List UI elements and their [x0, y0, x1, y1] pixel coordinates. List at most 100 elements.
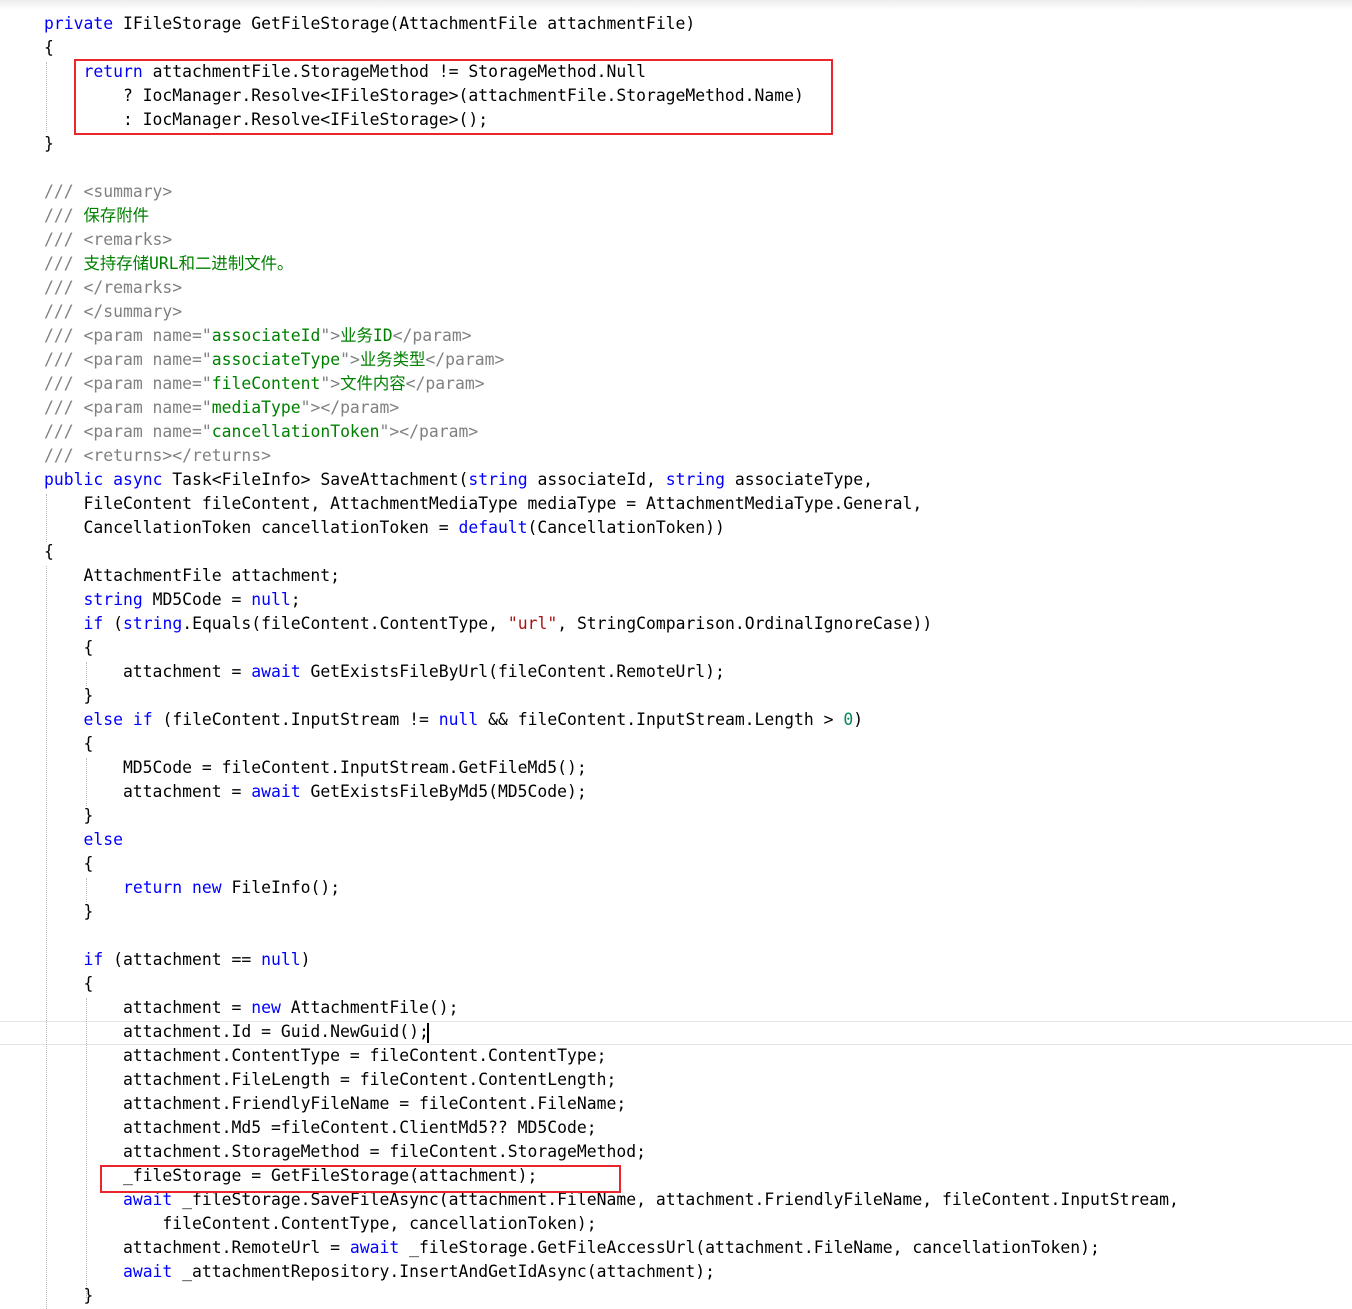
code-token: }	[44, 806, 94, 825]
code-line[interactable]: {	[44, 852, 93, 876]
code-line[interactable]: {	[44, 972, 93, 996]
code-line[interactable]: attachment.FriendlyFileName = fileConten…	[44, 1092, 626, 1116]
code-line[interactable]: attachment = await GetExistsFileByMd5(MD…	[44, 780, 587, 804]
code-line[interactable]: string MD5Code = null;	[44, 588, 301, 612]
code-token: null	[251, 590, 291, 609]
highlight-box-get-file-storage	[100, 1165, 621, 1193]
code-token: cancellationToken	[211, 422, 380, 441]
code-line[interactable]: attachment.StorageMethod = fileContent.S…	[44, 1140, 646, 1164]
code-line[interactable]: await _attachmentRepository.InsertAndGet…	[44, 1260, 715, 1284]
code-line[interactable]: attachment.Id = Guid.NewGuid();	[44, 1020, 429, 1044]
editor-top-edge	[0, 0, 1352, 10]
code-token: {	[44, 638, 94, 657]
code-token: }	[44, 1286, 94, 1305]
code-token: {	[44, 974, 94, 993]
code-line[interactable]: /// 保存附件	[44, 204, 149, 228]
code-line[interactable]: /// <param name="cancellationToken"></pa…	[44, 420, 478, 444]
code-line[interactable]: /// </summary>	[44, 300, 182, 324]
code-line[interactable]: {	[44, 636, 93, 660]
code-line[interactable]: /// <param name="fileContent">文件内容</para…	[44, 372, 485, 396]
code-line[interactable]: if (string.Equals(fileContent.ContentTyp…	[44, 612, 932, 636]
code-token: attachment.Id = Guid.NewGuid();	[44, 1022, 429, 1041]
code-token: new	[251, 998, 281, 1017]
code-line[interactable]: attachment.ContentType = fileContent.Con…	[44, 1044, 607, 1068]
code-token: ///	[44, 182, 84, 201]
code-token: {	[44, 854, 94, 873]
code-token: await	[349, 1238, 400, 1257]
code-line[interactable]: /// 支持存储URL和二进制文件。	[44, 252, 293, 276]
code-line[interactable]: /// <param name="associateType">业务类型</pa…	[44, 348, 504, 372]
code-token: (fileContent.InputStream !=	[152, 710, 439, 729]
code-token: FileInfo();	[221, 878, 341, 897]
code-token: attachment =	[44, 662, 252, 681]
code-token: <param name="	[83, 350, 212, 369]
code-token: return	[122, 878, 183, 897]
code-line[interactable]: }	[44, 900, 93, 924]
code-token: await	[251, 782, 301, 801]
code-token: ///	[44, 446, 84, 465]
code-token: (	[103, 614, 123, 633]
code-editor[interactable]: private IFileStorage GetFileStorage(Atta…	[0, 0, 1352, 1309]
code-token: 支持存储URL和二进制文件。	[73, 254, 294, 273]
code-token: string	[122, 614, 183, 633]
code-token: <param name="	[83, 326, 212, 345]
code-token: {	[44, 542, 54, 561]
code-token: ///	[44, 350, 84, 369]
code-line[interactable]: {	[44, 36, 54, 60]
code-line[interactable]: attachment.Md5 =fileContent.ClientMd5?? …	[44, 1116, 597, 1140]
code-line[interactable]: return new FileInfo();	[44, 876, 340, 900]
code-token: ///	[44, 278, 84, 297]
code-line[interactable]: /// </remarks>	[44, 276, 182, 300]
code-token: private	[44, 14, 114, 33]
code-line[interactable]: fileContent.ContentType, cancellationTok…	[44, 1212, 596, 1236]
code-line[interactable]: public async Task<FileInfo> SaveAttachme…	[44, 468, 873, 492]
code-line[interactable]: else if (fileContent.InputStream != null…	[44, 708, 863, 732]
code-line[interactable]: private IFileStorage GetFileStorage(Atta…	[44, 12, 695, 36]
code-line[interactable]: {	[44, 540, 54, 564]
code-line[interactable]: attachment.FileLength = fileContent.Cont…	[44, 1068, 616, 1092]
code-line[interactable]: attachment = await GetExistsFileByUrl(fi…	[44, 660, 725, 684]
code-token: await	[251, 662, 301, 681]
code-line[interactable]: /// <param name="mediaType"></param>	[44, 396, 399, 420]
code-token: )	[853, 710, 864, 729]
code-token: </summary>	[83, 302, 183, 321]
code-token: string	[83, 590, 143, 609]
code-line[interactable]: }	[44, 132, 54, 156]
code-line[interactable]: }	[44, 684, 93, 708]
code-token: </param>	[405, 374, 485, 393]
code-line[interactable]: /// <remarks>	[44, 228, 172, 252]
code-line[interactable]: }	[44, 804, 93, 828]
code-token: associateId	[211, 326, 321, 345]
code-token: ///	[44, 374, 84, 393]
code-line[interactable]: else	[44, 828, 122, 852]
code-line[interactable]: {	[44, 732, 93, 756]
code-line[interactable]: /// <param name="associateId">业务ID</para…	[44, 324, 472, 348]
code-line[interactable]: CancellationToken cancellationToken = de…	[44, 516, 724, 540]
code-token: ;	[290, 590, 301, 609]
code-line[interactable]: MD5Code = fileContent.InputStream.GetFil…	[44, 756, 587, 780]
code-token: ///	[44, 398, 84, 417]
code-line[interactable]: if (attachment == null)	[44, 948, 310, 972]
code-line[interactable]: attachment.RemoteUrl = await _fileStorag…	[44, 1236, 1100, 1260]
code-token: </remarks>	[83, 278, 183, 297]
code-token: FileContent fileContent, AttachmentMedia…	[44, 494, 923, 513]
code-token: "></param>	[300, 398, 400, 417]
code-line[interactable]: attachment = new AttachmentFile();	[44, 996, 459, 1020]
code-line[interactable]: AttachmentFile attachment;	[44, 564, 340, 588]
text-caret	[427, 1023, 429, 1043]
code-line[interactable]: }	[44, 1284, 93, 1308]
code-line[interactable]: /// <summary>	[44, 180, 172, 204]
code-line[interactable]: FileContent fileContent, AttachmentMedia…	[44, 492, 922, 516]
code-token: ///	[44, 206, 74, 225]
code-token: <param name="	[83, 398, 212, 417]
code-token: if	[83, 950, 104, 969]
code-line[interactable]: /// <returns></returns>	[44, 444, 271, 468]
code-token: attachment.FileLength = fileContent.Cont…	[44, 1070, 617, 1089]
